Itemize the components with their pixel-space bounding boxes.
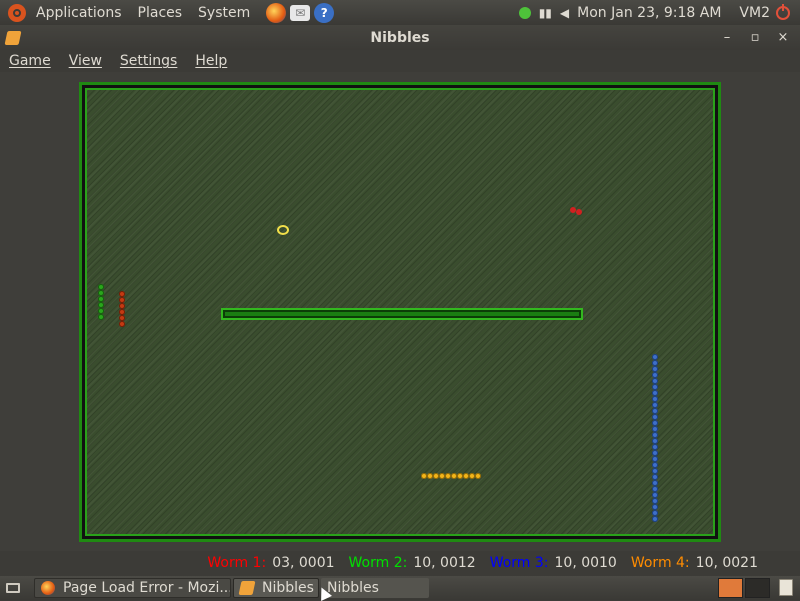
- worm-2-label: Worm 2:: [348, 555, 408, 571]
- menu-help[interactable]: Help: [186, 53, 236, 69]
- taskbar-nibbles-2[interactable]: Nibbles: [321, 578, 429, 598]
- worm-green: [98, 284, 104, 320]
- worm-1-score: 03, 0001: [272, 555, 335, 571]
- menu-settings[interactable]: Settings: [111, 53, 186, 69]
- menu-view[interactable]: View: [60, 53, 111, 69]
- workspace-switcher[interactable]: [718, 578, 770, 598]
- window-titlebar[interactable]: Nibbles – ▫ ×: [0, 25, 800, 50]
- worm-3-score: 10, 0010: [554, 555, 617, 571]
- nibbles-icon: [238, 581, 256, 595]
- mail-launcher-icon[interactable]: ✉: [290, 4, 311, 21]
- worm-4-score: 10, 0021: [695, 555, 758, 571]
- ubuntu-logo-icon[interactable]: [8, 3, 26, 22]
- worm-red: [119, 291, 125, 327]
- worm-4-label: Worm 4:: [630, 555, 690, 571]
- show-desktop-icon[interactable]: [6, 583, 20, 593]
- bottom-panel: Page Load Error - Mozi... Nibbles Nibble…: [0, 576, 800, 600]
- worm-2-score: 10, 0012: [413, 555, 476, 571]
- signal-icon[interactable]: ▮▮: [539, 6, 552, 20]
- places-menu[interactable]: Places: [138, 5, 183, 21]
- network-status-icon[interactable]: [518, 6, 531, 19]
- window-title: Nibbles: [370, 29, 430, 46]
- volume-icon[interactable]: ◀: [560, 6, 569, 20]
- inner-wall: [221, 308, 583, 320]
- user-switcher[interactable]: VM2: [739, 5, 770, 21]
- help-launcher-icon[interactable]: ?: [314, 2, 335, 23]
- score-bar: Worm 1: 03, 0001 Worm 2: 10, 0012 Worm 3…: [0, 552, 800, 574]
- taskbar-firefox[interactable]: Page Load Error - Mozi...: [34, 578, 231, 598]
- taskbar-label: Nibbles: [327, 580, 379, 596]
- firefox-launcher-icon[interactable]: [266, 2, 287, 23]
- maximize-button[interactable]: ▫: [748, 30, 762, 45]
- minimize-button[interactable]: –: [720, 30, 734, 45]
- taskbar-nibbles[interactable]: Nibbles: [233, 578, 319, 598]
- bonus-ring-icon: [277, 225, 289, 235]
- power-icon[interactable]: [776, 3, 790, 20]
- worm-1-label: Worm 1:: [207, 555, 267, 571]
- top-panel: Applications Places System ✉ ? ▮▮ ◀ Mon …: [0, 0, 800, 25]
- worm-yellow: [421, 473, 481, 479]
- applications-menu[interactable]: Applications: [36, 5, 122, 21]
- firefox-icon: [41, 581, 55, 595]
- workspace-1[interactable]: [718, 578, 743, 598]
- nibbles-app-icon[interactable]: [4, 30, 22, 45]
- worm-blue: [652, 354, 658, 522]
- game-board[interactable]: [79, 82, 721, 542]
- close-button[interactable]: ×: [776, 30, 790, 45]
- system-menu[interactable]: System: [198, 5, 250, 21]
- menu-game[interactable]: Game: [0, 53, 60, 69]
- clock[interactable]: Mon Jan 23, 9:18 AM: [577, 5, 721, 21]
- workspace-2[interactable]: [745, 578, 770, 598]
- worm-3-label: Worm 3:: [489, 555, 549, 571]
- cherry-bonus-icon: [570, 207, 584, 215]
- taskbar-label: Page Load Error - Mozi...: [63, 580, 231, 596]
- trash-icon[interactable]: [779, 579, 793, 596]
- menubar: Game View Settings Help: [0, 50, 800, 72]
- taskbar-label: Nibbles: [262, 580, 314, 596]
